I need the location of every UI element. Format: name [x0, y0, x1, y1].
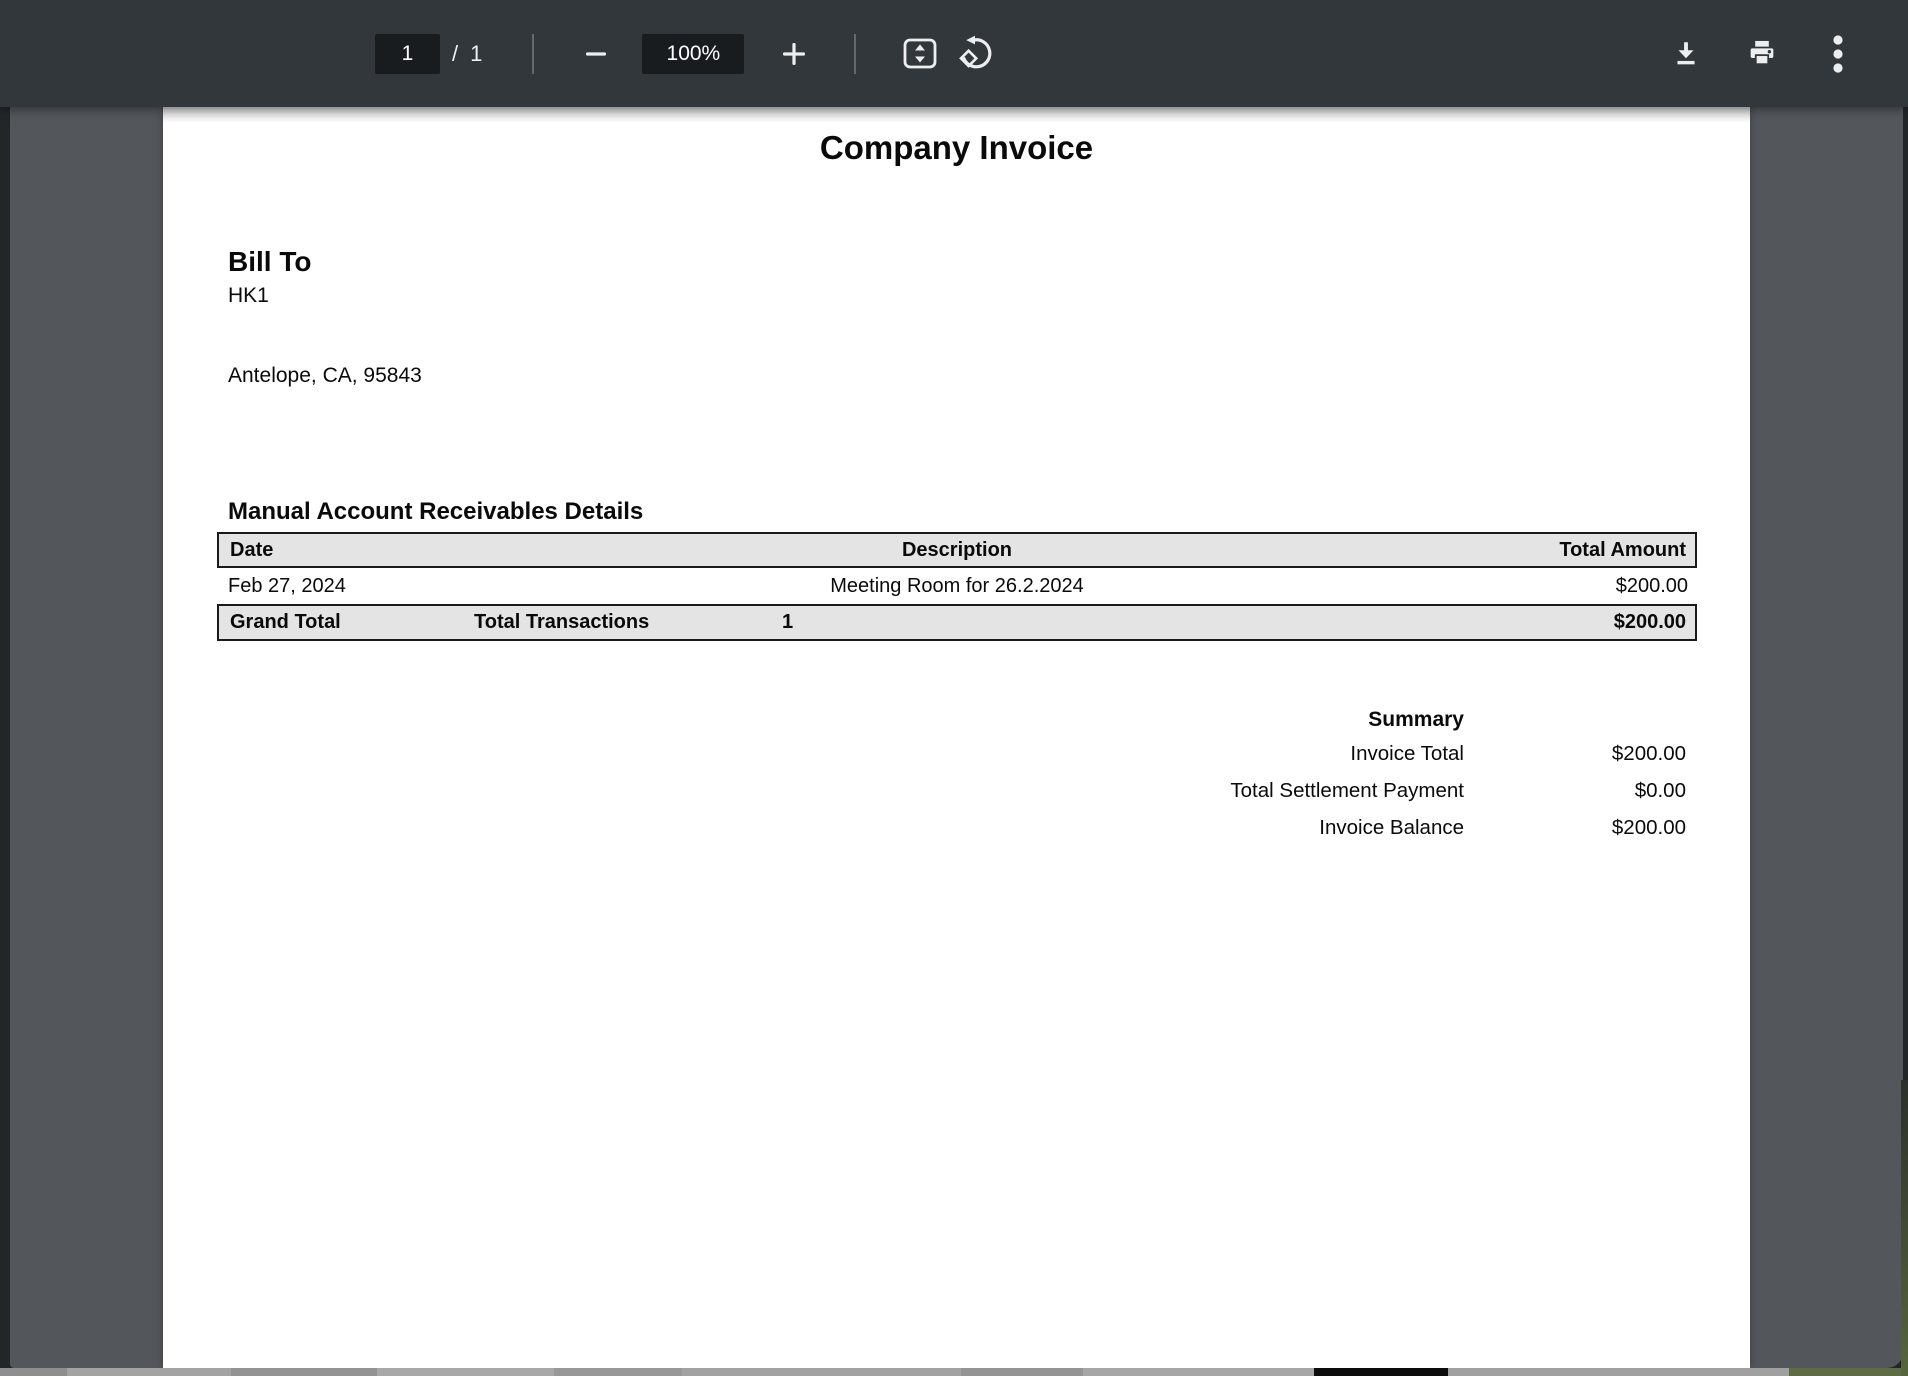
page-number-input[interactable]: 1	[375, 34, 440, 74]
cell-amount: $200.00	[1337, 568, 1697, 604]
summary-value: $200.00	[1464, 735, 1686, 772]
more-vertical-icon	[1832, 34, 1844, 74]
rotate-counterclockwise-button[interactable]	[954, 32, 998, 76]
bill-to-address: Antelope, CA, 95843	[228, 363, 1750, 389]
page-total: 1	[470, 41, 482, 67]
toolbar-center-controls: 1 / 1 100%	[375, 0, 998, 107]
total-transactions-label: Total Transactions	[474, 606, 782, 639]
column-header-description: Description	[579, 534, 1335, 566]
minus-icon	[583, 41, 609, 67]
column-header-date: Date	[219, 534, 579, 566]
zoom-level-input[interactable]: 100%	[642, 34, 744, 74]
desktop-wallpaper-sliver	[1901, 1080, 1908, 1376]
summary-row-settlement-payment: Total Settlement Payment $0.00	[966, 772, 1686, 809]
toolbar-divider	[854, 34, 856, 74]
fit-to-page-button[interactable]	[898, 32, 942, 76]
summary-section: Summary Invoice Total $200.00 Total Sett…	[966, 705, 1686, 846]
pdf-content-area[interactable]: Company Invoice Bill To HK1 Antelope, CA…	[10, 107, 1903, 1368]
download-button[interactable]	[1664, 32, 1708, 76]
print-button[interactable]	[1740, 32, 1784, 76]
grand-total-label: Grand Total	[219, 606, 474, 639]
more-options-button[interactable]	[1816, 32, 1860, 76]
document-title: Company Invoice	[163, 107, 1750, 168]
fit-to-page-icon	[902, 37, 938, 71]
cell-description: Meeting Room for 26.2.2024	[577, 568, 1337, 604]
summary-value: $0.00	[1464, 772, 1686, 809]
summary-label: Total Settlement Payment	[966, 772, 1464, 809]
summary-label: Invoice Total	[966, 735, 1464, 772]
toolbar-right-controls	[1664, 0, 1860, 107]
invoice-page: Company Invoice Bill To HK1 Antelope, CA…	[163, 107, 1750, 1368]
summary-row-invoice-total: Invoice Total $200.00	[966, 735, 1686, 772]
bill-to-name: HK1	[228, 283, 1750, 309]
screen: { "toolbar": { "current_page": "1", "pag…	[0, 0, 1908, 1376]
receivables-table: Date Description Total Amount Feb 27, 20…	[217, 532, 1697, 641]
column-header-total-amount: Total Amount	[1335, 534, 1695, 566]
rotate-counterclockwise-icon	[958, 35, 995, 72]
table-header-row: Date Description Total Amount	[217, 532, 1697, 568]
summary-label: Invoice Balance	[966, 809, 1464, 846]
total-transactions-count: 1	[782, 606, 1395, 639]
summary-heading: Summary	[966, 705, 1686, 735]
print-icon	[1745, 37, 1779, 71]
toolbar-divider	[532, 34, 534, 74]
grand-total-row: Grand Total Total Transactions 1 $200.00	[217, 604, 1697, 641]
summary-value: $200.00	[1464, 809, 1686, 846]
background-window-strip	[0, 1368, 1908, 1376]
receivables-heading: Manual Account Receivables Details	[228, 497, 1750, 527]
summary-row-invoice-balance: Invoice Balance $200.00	[966, 809, 1686, 846]
pdf-toolbar: 1 / 1 100%	[0, 0, 1908, 107]
cell-date: Feb 27, 2024	[217, 568, 577, 604]
grand-total-amount: $200.00	[1395, 606, 1695, 639]
download-icon	[1670, 38, 1702, 70]
page-separator: /	[452, 41, 458, 67]
plus-icon	[780, 40, 808, 68]
zoom-in-button[interactable]	[772, 32, 816, 76]
zoom-out-button[interactable]	[574, 32, 618, 76]
table-row: Feb 27, 2024 Meeting Room for 26.2.2024 …	[217, 568, 1697, 604]
bill-to-heading: Bill To	[228, 245, 1750, 279]
